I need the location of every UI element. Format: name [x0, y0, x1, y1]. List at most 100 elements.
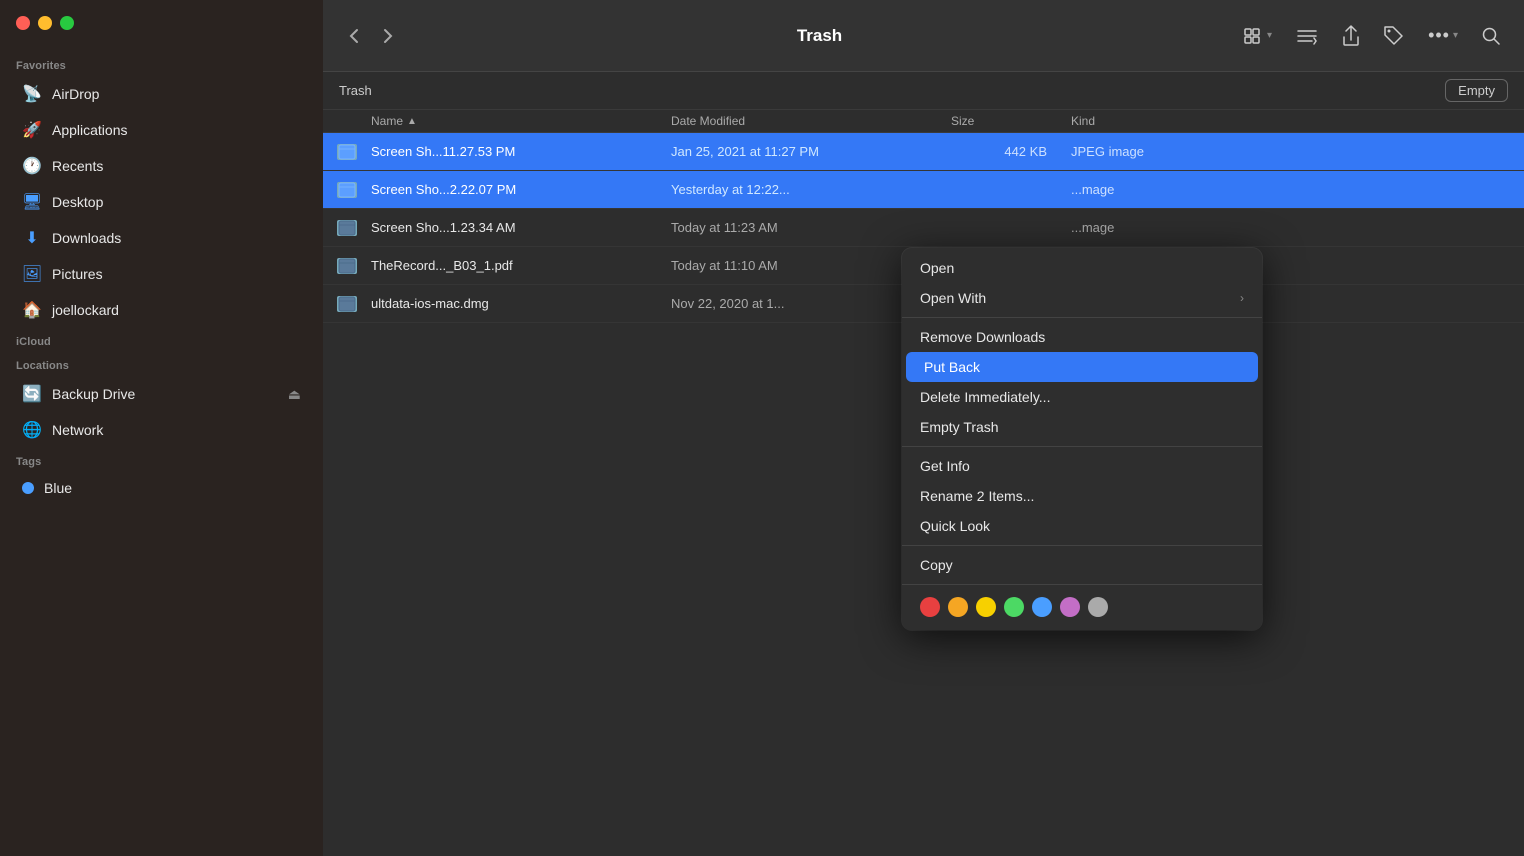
- file-icon: [337, 296, 357, 312]
- sidebar-item-pictures[interactable]: 🖼 Pictures: [6, 257, 317, 291]
- file-kind: JPEG image: [1063, 144, 1524, 159]
- tag-color-dot-4[interactable]: [1032, 597, 1052, 617]
- file-date: Today at 11:10 AM: [663, 258, 943, 273]
- ctx-item-label: Copy: [920, 557, 953, 573]
- sidebar-item-applications[interactable]: 🚀 Applications: [6, 113, 317, 147]
- ctx-item-open[interactable]: Open: [902, 253, 1262, 283]
- file-icon-cell: [323, 296, 371, 312]
- sidebar-item-label: AirDrop: [52, 86, 99, 102]
- column-name[interactable]: Name ▲: [323, 114, 663, 128]
- backup-drive-icon: 🔄: [22, 384, 42, 404]
- file-name: TheRecord..._B03_1.pdf: [371, 258, 663, 273]
- more-chevron: ▾: [1453, 30, 1458, 41]
- tag-color-dot-0[interactable]: [920, 597, 940, 617]
- more-options-button[interactable]: ••• ▾: [1420, 19, 1466, 52]
- file-name: Screen Sho...1.23.34 AM: [371, 220, 663, 235]
- path-label: Trash: [339, 83, 372, 98]
- sidebar-item-label: Applications: [52, 122, 128, 138]
- file-date: Jan 25, 2021 at 11:27 PM: [663, 144, 943, 159]
- ctx-item-label: Delete Immediately...: [920, 389, 1050, 405]
- column-date[interactable]: Date Modified: [663, 114, 943, 128]
- path-bar: Trash Empty: [323, 72, 1524, 110]
- column-size[interactable]: Size: [943, 114, 1063, 128]
- home-icon: 🏠: [22, 300, 42, 320]
- tags-section-label: Tags: [0, 448, 323, 472]
- window-controls: [16, 16, 74, 30]
- ctx-item-put-back[interactable]: Put Back: [906, 352, 1258, 382]
- sidebar-item-desktop[interactable]: 🖥 Desktop: [6, 185, 317, 219]
- file-kind: ...mage: [1063, 220, 1524, 235]
- sidebar-item-home[interactable]: 🏠 joellockard: [6, 293, 317, 327]
- ctx-item-label: Quick Look: [920, 518, 990, 534]
- ctx-item-delete-immediately[interactable]: Delete Immediately...: [902, 382, 1262, 412]
- applications-icon: 🚀: [22, 120, 42, 140]
- ctx-item-empty-trash[interactable]: Empty Trash: [902, 412, 1262, 442]
- sidebar-item-label: Recents: [52, 158, 103, 174]
- desktop-icon: 🖥: [22, 192, 42, 212]
- sidebar-item-network[interactable]: 🌐 Network: [6, 413, 317, 447]
- ctx-item-remove-downloads[interactable]: Remove Downloads: [902, 322, 1262, 352]
- eject-icon[interactable]: ⏏: [288, 386, 301, 403]
- network-icon: 🌐: [22, 420, 42, 440]
- blue-tag-dot: [22, 482, 34, 494]
- toolbar-actions: ▾: [1236, 19, 1508, 53]
- tag-color-dot-3[interactable]: [1004, 597, 1024, 617]
- context-menu-separator: [902, 317, 1262, 318]
- file-icon-cell: [323, 220, 371, 236]
- file-date: Nov 22, 2020 at 1...: [663, 296, 943, 311]
- locations-section-label: Locations: [0, 352, 323, 376]
- tag-color-dot-5[interactable]: [1060, 597, 1080, 617]
- forward-button[interactable]: [373, 21, 403, 51]
- close-button[interactable]: [16, 16, 30, 30]
- sidebar-item-label: joellockard: [52, 302, 119, 318]
- ctx-item-label: Rename 2 Items...: [920, 488, 1034, 504]
- sidebar-item-label: Blue: [44, 480, 72, 496]
- maximize-button[interactable]: [60, 16, 74, 30]
- empty-trash-button[interactable]: Empty: [1445, 79, 1508, 102]
- icloud-section-label: iCloud: [0, 328, 323, 352]
- sidebar-item-airdrop[interactable]: 📡 AirDrop: [6, 77, 317, 111]
- sidebar-item-label: Network: [52, 422, 103, 438]
- tag-button[interactable]: [1376, 20, 1412, 52]
- downloads-icon: ⬇: [22, 228, 42, 248]
- sidebar-item-backup-drive[interactable]: 🔄 Backup Drive ⏏: [6, 377, 317, 411]
- file-size: 442 KB: [943, 144, 1063, 159]
- table-row[interactable]: Screen Sho...2.22.07 PM Yesterday at 12:…: [323, 171, 1524, 209]
- tag-color-dot-6[interactable]: [1088, 597, 1108, 617]
- view-options-button[interactable]: ▾: [1236, 22, 1280, 50]
- sidebar-item-downloads[interactable]: ⬇ Downloads: [6, 221, 317, 255]
- ctx-item-get-info[interactable]: Get Info: [902, 451, 1262, 481]
- search-button[interactable]: [1474, 21, 1508, 51]
- ctx-item-open-with[interactable]: Open With›: [902, 283, 1262, 313]
- file-date: Yesterday at 12:22...: [663, 182, 943, 197]
- sidebar-item-recents[interactable]: 🕐 Recents: [6, 149, 317, 183]
- sidebar-item-label: Backup Drive: [52, 386, 135, 402]
- toolbar: Trash ▾: [323, 0, 1524, 72]
- ctx-item-copy[interactable]: Copy: [902, 550, 1262, 580]
- table-row[interactable]: Screen Sho...1.23.34 AM Today at 11:23 A…: [323, 209, 1524, 247]
- sort-arrow-icon: ▲: [407, 116, 417, 127]
- sidebar: Favorites 📡 AirDrop 🚀 Applications 🕐 Rec…: [0, 0, 323, 856]
- file-icon-cell: [323, 144, 371, 160]
- context-menu-separator: [902, 545, 1262, 546]
- list-sort-button[interactable]: [1288, 21, 1326, 51]
- back-button[interactable]: [339, 21, 369, 51]
- ctx-item-quick-look[interactable]: Quick Look: [902, 511, 1262, 541]
- ctx-item-label: Empty Trash: [920, 419, 999, 435]
- recents-icon: 🕐: [22, 156, 42, 176]
- favorites-section-label: Favorites: [0, 52, 323, 76]
- file-icon: [337, 220, 357, 236]
- tag-color-dot-1[interactable]: [948, 597, 968, 617]
- ctx-item-label: Open: [920, 260, 954, 276]
- ctx-item-rename-2-items[interactable]: Rename 2 Items...: [902, 481, 1262, 511]
- minimize-button[interactable]: [38, 16, 52, 30]
- file-kind: ...mage: [1063, 182, 1524, 197]
- file-icon-cell: [323, 258, 371, 274]
- sidebar-item-blue-tag[interactable]: Blue: [6, 473, 317, 503]
- view-chevron: ▾: [1267, 30, 1272, 41]
- submenu-arrow-icon: ›: [1240, 291, 1244, 305]
- table-row[interactable]: Screen Sh...11.27.53 PM Jan 25, 2021 at …: [323, 133, 1524, 171]
- column-kind[interactable]: Kind: [1063, 114, 1524, 128]
- share-button[interactable]: [1334, 19, 1368, 53]
- tag-color-dot-2[interactable]: [976, 597, 996, 617]
